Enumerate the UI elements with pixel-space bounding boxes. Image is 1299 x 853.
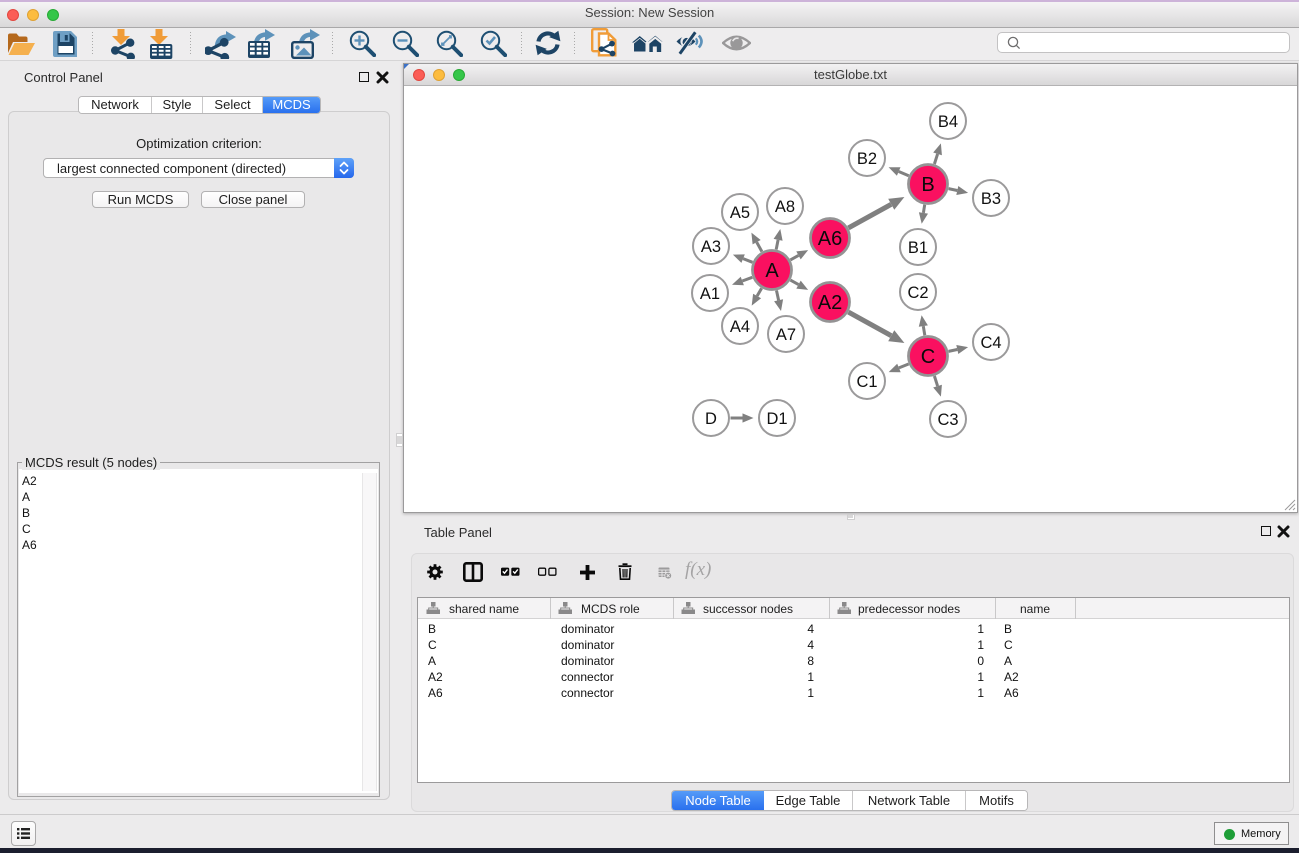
svg-text:C4: C4 xyxy=(980,334,1001,352)
svg-text:B4: B4 xyxy=(938,113,958,131)
svg-text:C: C xyxy=(921,346,935,368)
svg-text:A5: A5 xyxy=(730,204,750,222)
svg-text:A1: A1 xyxy=(700,285,720,303)
svg-text:B1: B1 xyxy=(908,239,928,257)
svg-text:A6: A6 xyxy=(818,228,842,250)
svg-text:A3: A3 xyxy=(701,238,721,256)
svg-text:A7: A7 xyxy=(776,326,796,344)
svg-text:D1: D1 xyxy=(766,410,787,428)
svg-text:C2: C2 xyxy=(907,284,928,302)
svg-text:A2: A2 xyxy=(818,292,842,314)
svg-text:C3: C3 xyxy=(937,411,958,429)
svg-text:A8: A8 xyxy=(775,198,795,216)
svg-text:C1: C1 xyxy=(856,373,877,391)
svg-text:A: A xyxy=(765,260,779,282)
svg-text:B3: B3 xyxy=(981,190,1001,208)
svg-text:D: D xyxy=(705,410,717,428)
svg-text:A4: A4 xyxy=(730,318,750,336)
svg-text:B2: B2 xyxy=(857,150,877,168)
svg-text:B: B xyxy=(921,174,934,196)
